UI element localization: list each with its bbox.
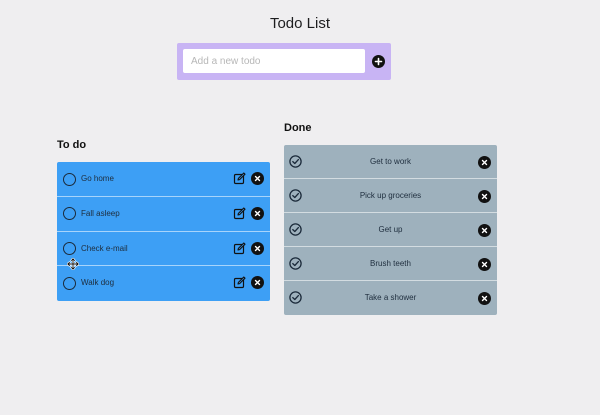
done-item-label: Brush teeth [370,259,411,268]
delete-icon[interactable] [478,156,491,169]
done-item[interactable]: Pick up groceries [284,179,497,213]
page-title: Todo List [269,15,331,32]
x-icon [481,295,488,302]
done-item-label: Take a shower [364,293,417,302]
check-circle-icon[interactable] [289,291,302,304]
move-cursor-icon [67,258,79,270]
x-icon [481,261,488,268]
todo-heading: To do [57,139,87,151]
check-circle-icon[interactable] [289,155,302,168]
todo-item-label: Go home [81,174,114,183]
add-todo-button[interactable] [372,55,385,68]
delete-icon[interactable] [251,241,264,255]
delete-icon[interactable] [251,172,264,185]
todo-item[interactable]: Fall asleep [57,197,270,232]
todo-item[interactable]: Check e-mail [57,232,270,267]
done-item[interactable]: Take a shower [284,281,497,315]
check-circle-icon[interactable] [289,257,302,270]
done-item-label: Get to work [370,157,411,166]
x-icon [254,210,261,216]
done-item[interactable]: Brush teeth [284,247,497,281]
delete-icon[interactable] [478,190,491,203]
delete-icon[interactable] [251,276,264,290]
todo-item[interactable]: Walk dog [57,266,270,301]
done-heading: Done [284,122,312,134]
done-item-label: Get up [378,225,403,234]
todo-item[interactable]: Go home [57,162,270,197]
circle-outline-icon[interactable] [63,172,76,186]
circle-outline-icon[interactable] [63,276,76,290]
delete-icon[interactable] [478,258,491,271]
delete-icon[interactable] [478,292,491,305]
x-icon [481,227,488,234]
x-icon [254,280,261,286]
circle-outline-icon[interactable] [63,207,76,221]
edit-icon[interactable] [233,207,246,220]
edit-icon[interactable] [233,276,246,289]
add-todo-bar [177,43,391,80]
done-list: Get to work Pick up groceries Get up Bru… [284,145,497,315]
delete-icon[interactable] [251,206,264,220]
done-item-label: Pick up groceries [359,191,422,200]
todo-item-label: Fall asleep [81,208,120,218]
new-todo-input[interactable] [183,49,365,73]
todo-item-label: Walk dog [81,278,115,288]
todo-item-label: Check e-mail [81,243,128,253]
check-circle-icon[interactable] [289,223,302,236]
x-icon [254,175,261,182]
x-icon [481,193,488,200]
edit-icon[interactable] [233,172,246,185]
check-circle-icon[interactable] [289,189,302,202]
circle-outline-icon[interactable] [63,242,76,255]
delete-icon[interactable] [478,224,491,237]
x-icon [254,245,261,251]
todo-list: Go home Fall asleep Check e-mail Walk do… [57,162,270,301]
edit-icon[interactable] [233,241,246,255]
plus-icon [374,57,383,66]
done-item[interactable]: Get up [284,213,497,247]
x-icon [481,159,488,166]
done-item[interactable]: Get to work [284,145,497,179]
